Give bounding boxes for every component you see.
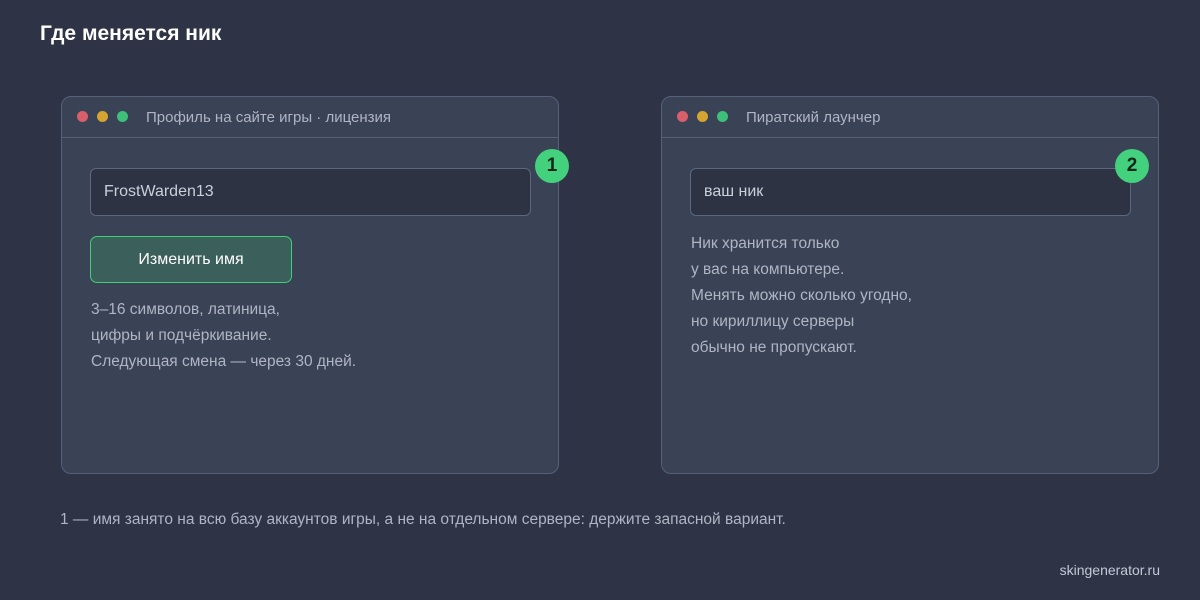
- footnote: 1 — имя занято на всю базу аккаунтов игр…: [60, 511, 786, 528]
- page-title: Где меняется ник: [40, 22, 222, 45]
- launcher-nickname-input[interactable]: ваш ник: [690, 168, 1131, 216]
- hint-line: обычно не пропускают.: [691, 339, 857, 356]
- launcher-info-text: Ник хранится только у вас на компьютере.…: [691, 231, 912, 361]
- hint-line: 3–16 символов, латиница,: [91, 301, 280, 318]
- window-titlebar: Пиратский лаунчер: [662, 97, 1158, 138]
- license-profile-window: Профиль на сайте игры · лицензия FrostWa…: [61, 96, 559, 474]
- change-name-button[interactable]: Изменить имя: [90, 236, 292, 283]
- minimize-dot-icon: [697, 111, 708, 122]
- close-dot-icon: [77, 111, 88, 122]
- step-badge-2: 2: [1115, 149, 1149, 183]
- nickname-input[interactable]: FrostWarden13: [90, 168, 531, 216]
- hint-line: у вас на компьютере.: [691, 261, 845, 278]
- step-badge-1: 1: [535, 149, 569, 183]
- window-title: Профиль на сайте игры · лицензия: [146, 109, 392, 126]
- window-titlebar: Профиль на сайте игры · лицензия: [62, 97, 558, 138]
- minimize-dot-icon: [97, 111, 108, 122]
- pirate-launcher-window: Пиратский лаунчер ваш ник Ник хранится т…: [661, 96, 1159, 474]
- hint-line: но кириллицу серверы: [691, 313, 855, 330]
- maximize-dot-icon: [717, 111, 728, 122]
- window-title: Пиратский лаунчер: [746, 109, 881, 126]
- hint-line: Ник хранится только: [691, 235, 840, 252]
- hint-line: цифры и подчёркивание.: [91, 327, 272, 344]
- name-rules-hint: 3–16 символов, латиница, цифры и подчёрк…: [91, 297, 356, 375]
- hint-line: Следующая смена — через 30 дней.: [91, 353, 357, 370]
- hint-line: Менять можно сколько угодно,: [691, 287, 912, 304]
- maximize-dot-icon: [117, 111, 128, 122]
- site-watermark: skingenerator.ru: [1059, 562, 1160, 578]
- close-dot-icon: [677, 111, 688, 122]
